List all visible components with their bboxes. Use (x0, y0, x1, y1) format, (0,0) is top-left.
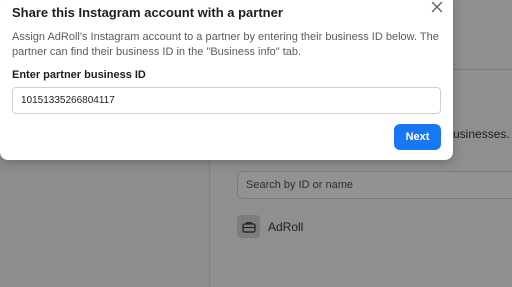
share-account-dialog: Share this Instagram account with a part… (0, 0, 453, 160)
search-placeholder: Search by ID or name (246, 179, 353, 191)
background-description-text: usinesses. Vi (453, 127, 512, 141)
business-id-label: Enter partner business ID (12, 69, 146, 81)
dialog-title: Share this Instagram account with a part… (12, 5, 283, 20)
dialog-description: Assign AdRoll's Instagram account to a p… (12, 31, 439, 58)
search-input[interactable]: Search by ID or name (237, 171, 512, 199)
next-button[interactable]: Next (394, 124, 441, 150)
close-icon (431, 0, 443, 18)
section-divider (453, 69, 512, 70)
close-button[interactable] (426, 0, 448, 20)
briefcase-icon (237, 215, 260, 238)
partner-name: AdRoll (268, 219, 304, 234)
business-id-input[interactable] (12, 87, 441, 114)
partner-list-item[interactable]: AdRoll (237, 215, 303, 238)
